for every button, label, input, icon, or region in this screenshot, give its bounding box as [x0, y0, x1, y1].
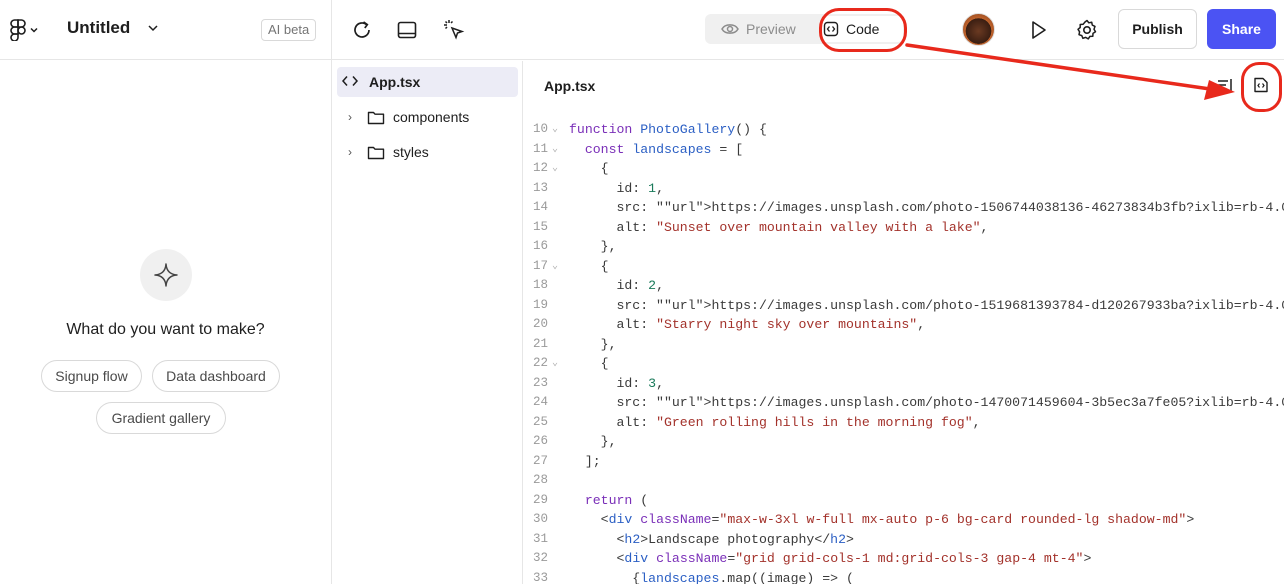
annotation-arrow — [905, 43, 1235, 100]
